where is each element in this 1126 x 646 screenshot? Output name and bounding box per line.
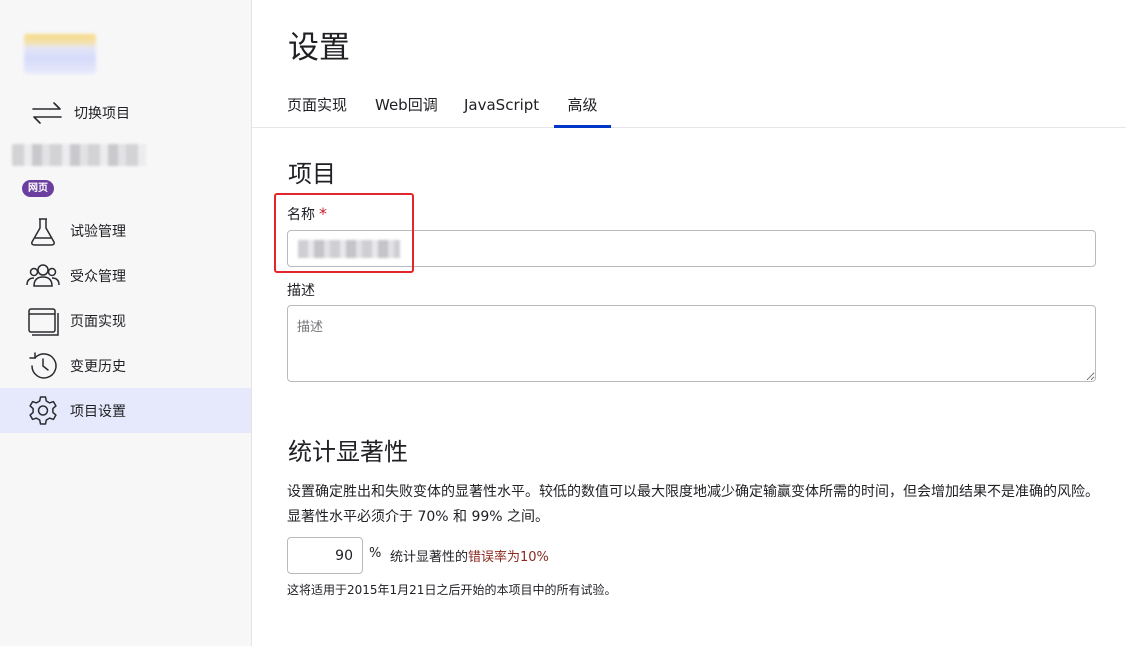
- history-icon: [29, 351, 57, 379]
- tab-implementation[interactable]: 页面实现: [287, 84, 347, 128]
- gear-icon: [29, 395, 57, 425]
- logo[interactable]: [24, 34, 96, 74]
- sidebar-item-project-settings[interactable]: 项目设置: [0, 388, 251, 433]
- percent-sign: %: [369, 546, 382, 561]
- swap-arrows-icon: [32, 102, 62, 124]
- platform-badge: 网页: [22, 180, 54, 197]
- tab-javascript[interactable]: JavaScript: [464, 84, 539, 128]
- sidebar-item-implementation[interactable]: 页面实现: [0, 298, 251, 343]
- tab-web-callback[interactable]: Web回调: [375, 84, 438, 128]
- significance-note: 这将适用于2015年1月21日之后开始的本项目中的所有试验。: [287, 583, 617, 597]
- description-textarea[interactable]: [287, 305, 1096, 382]
- project-name: [12, 144, 146, 166]
- flask-icon: [31, 217, 55, 246]
- page-title: 设置: [288, 30, 350, 66]
- switch-project-button[interactable]: 切换项目: [30, 98, 240, 128]
- sidebar-item-label: 试验管理: [70, 223, 126, 240]
- significance-section-title: 统计显著性: [288, 438, 408, 466]
- error-rate-text: 错误率为10%: [468, 550, 549, 565]
- windows-icon: [28, 307, 59, 336]
- sidebar-item-label: 页面实现: [70, 313, 126, 330]
- sidebar-item-experiments[interactable]: 试验管理: [0, 208, 251, 253]
- sidebar-item-label: 变更历史: [70, 358, 126, 375]
- sidebar-item-label: 受众管理: [70, 268, 126, 285]
- significance-description: 设置确定胜出和失败变体的显著性水平。较低的数值可以最大限度地减少确定输赢变体所需…: [287, 484, 1099, 525]
- switch-project-label: 切换项目: [74, 106, 130, 122]
- tab-bar: 页面实现 Web回调 JavaScript 高级: [252, 84, 1126, 128]
- users-icon: [26, 263, 60, 287]
- sidebar: 切换项目 网页 试验管理 受众管理 页面实现 变更历史 项目设置: [0, 0, 252, 646]
- sidebar-item-history[interactable]: 变更历史: [0, 343, 251, 388]
- sidebar-item-label: 项目设置: [70, 403, 126, 420]
- significance-input[interactable]: [287, 537, 363, 574]
- main-content: 设置 页面实现 Web回调 JavaScript 高级 项目 名称* 描述 统计…: [252, 0, 1126, 646]
- sidebar-nav: 试验管理 受众管理 页面实现 变更历史 项目设置: [0, 208, 251, 433]
- significance-hint-prefix: 统计显著性的: [390, 550, 469, 565]
- significance-hint: 统计显著性的错误率为10%: [390, 546, 549, 565]
- description-label: 描述: [287, 283, 315, 299]
- highlight-box: [274, 193, 414, 273]
- project-section-title: 项目: [288, 160, 336, 188]
- tab-advanced[interactable]: 高级: [554, 84, 611, 128]
- sidebar-item-audiences[interactable]: 受众管理: [0, 253, 251, 298]
